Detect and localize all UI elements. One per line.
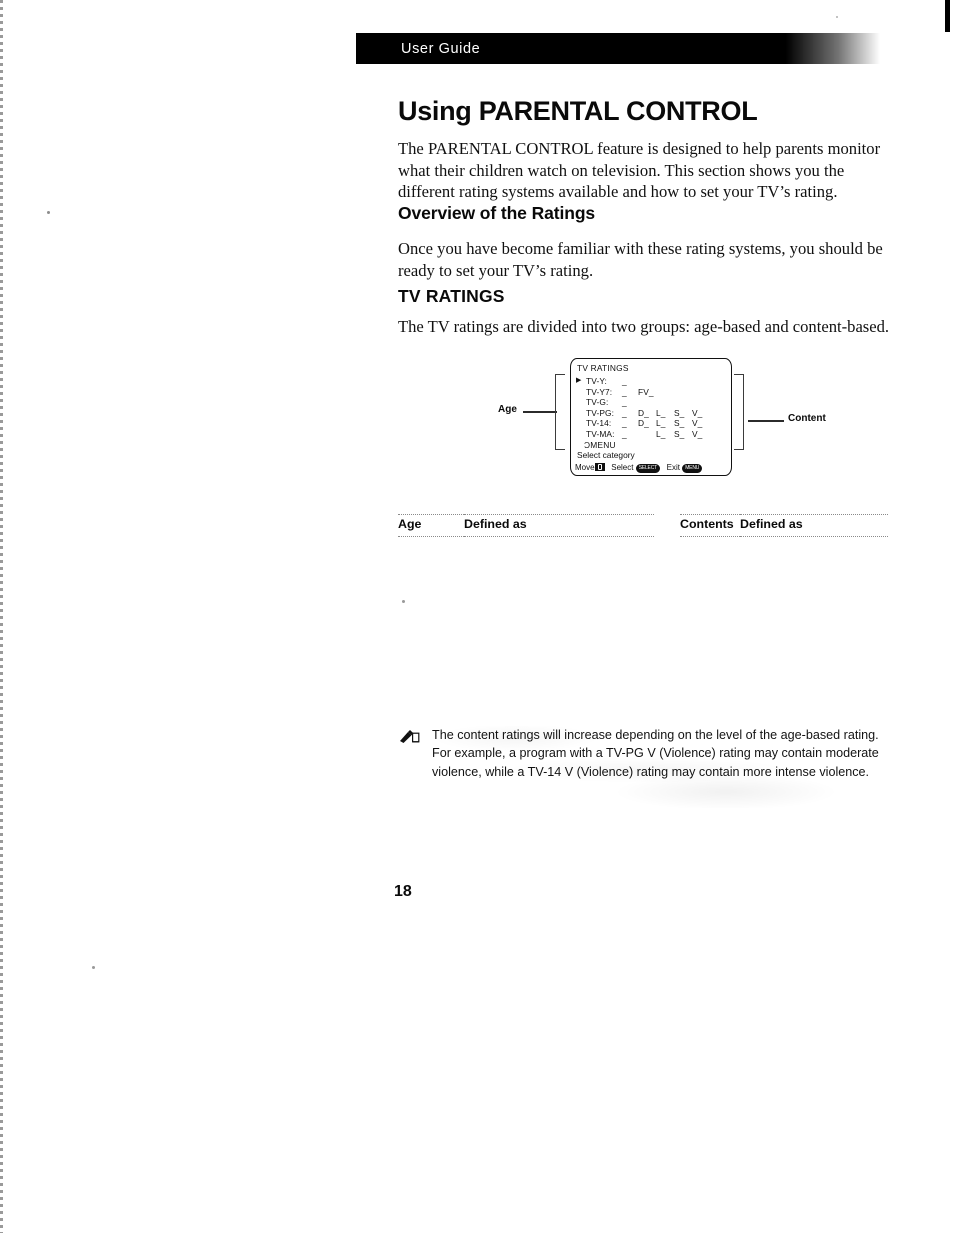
tv-osd-figure: Age TV RATINGS ▶ TV-Y: _ TV-Y7: _ FV_ TV-G: _ TV…: [498, 356, 838, 482]
osd-row-age-slot-5[interactable]: _: [622, 429, 627, 439]
osd-row-age-slot-4[interactable]: _: [622, 418, 627, 428]
tv-osd-menu: TV RATINGS ▶ TV-Y: _ TV-Y7: _ FV_ TV-G: _ TV-PG:…: [572, 359, 730, 475]
osd-row-d-slot-4[interactable]: D_: [638, 418, 649, 428]
page-title: Using PARENTAL CONTROL: [398, 96, 758, 126]
age-column-header: Age: [398, 514, 464, 537]
scan-speck: [836, 16, 838, 18]
intro-paragraph: The PARENTAL CONTROL feature is designed…: [398, 139, 881, 202]
overview-paragraph: Once you have become familiar with these…: [398, 239, 883, 280]
scan-speck: [402, 600, 405, 603]
contents-ratings-table: Contents Defined as: [680, 514, 888, 537]
select-button-icon: SELECT: [635, 463, 660, 473]
tv-ratings-paragraph: The TV ratings are divided into two grou…: [398, 317, 890, 336]
osd-hint-line: Select category: [577, 449, 635, 460]
osd-row-age-slot-3[interactable]: _: [622, 408, 627, 418]
osd-row-label-4[interactable]: TV-14:: [586, 418, 611, 428]
osd-row-label-0[interactable]: TV-Y:: [586, 376, 607, 386]
osd-title: TV RATINGS: [577, 363, 629, 373]
osd-row-v-slot-3[interactable]: V_: [692, 408, 702, 418]
overview-heading: Overview of the Ratings: [398, 203, 596, 223]
dpad-icon: [594, 462, 605, 471]
osd-move-label: Move: [575, 462, 595, 472]
scan-edge-artifact-right: [945, 0, 950, 32]
osd-row-label-2[interactable]: TV-G:: [586, 397, 608, 407]
note-text: The content ratings will increase depend…: [432, 728, 879, 779]
age-defined-column-header: Defined as: [464, 514, 654, 537]
osd-row-label-5[interactable]: TV-MA:: [586, 429, 615, 439]
table-header-row: Age Defined as: [398, 514, 654, 537]
osd-row-d-slot-3[interactable]: D_: [638, 408, 649, 418]
osd-row-v-slot-4[interactable]: V_: [692, 418, 702, 428]
note-pencil-icon: [400, 730, 420, 743]
osd-footer-bar: Move Select SELECT Exit MENU: [575, 462, 729, 473]
scan-speck: [47, 211, 50, 214]
osd-row-s-slot-4[interactable]: S_: [674, 418, 684, 428]
page-number: 18: [394, 883, 412, 900]
osd-select-label: Select: [611, 462, 634, 472]
menu-button-icon: MENU: [682, 463, 703, 473]
scan-edge-artifact-left: [0, 0, 3, 1233]
osd-row-fv-slot-1[interactable]: FV_: [638, 387, 654, 397]
osd-row-l-slot-4[interactable]: L_: [656, 418, 666, 428]
figure-callout-content-leader: [748, 420, 784, 422]
osd-row-label-3[interactable]: TV-PG:: [586, 408, 614, 418]
osd-row-age-slot-0[interactable]: _: [622, 376, 627, 386]
osd-row-v-slot-5[interactable]: V_: [692, 429, 702, 439]
osd-row-l-slot-3[interactable]: L_: [656, 408, 666, 418]
contents-defined-column-header: Defined as: [740, 514, 888, 537]
tv-ratings-heading: TV RATINGS: [398, 286, 505, 306]
osd-cursor-icon: ▶: [576, 376, 582, 384]
age-ratings-table: Age Defined as: [398, 514, 654, 537]
osd-exit-label: Exit: [666, 462, 680, 472]
osd-menu-line: ƆMENU: [584, 439, 616, 450]
table-header-row: Contents Defined as: [680, 514, 888, 537]
figure-callout-content-label: Content: [788, 413, 826, 424]
figure-bracket-age: [555, 374, 565, 450]
figure-bracket-content: [734, 374, 744, 450]
osd-row-s-slot-5[interactable]: S_: [674, 429, 684, 439]
osd-row-l-slot-5[interactable]: L_: [656, 429, 666, 439]
osd-row-age-slot-1[interactable]: _: [622, 387, 627, 397]
note-callout: The content ratings will increase depend…: [396, 726, 896, 808]
figure-callout-age-label: Age: [498, 404, 517, 415]
osd-row-age-slot-2[interactable]: _: [622, 397, 627, 407]
figure-callout-age-leader: [523, 411, 557, 413]
scan-speck: [92, 966, 95, 969]
osd-row-s-slot-3[interactable]: S_: [674, 408, 684, 418]
running-header-label: User Guide: [401, 41, 481, 57]
osd-row-label-1[interactable]: TV-Y7:: [586, 387, 612, 397]
contents-column-header: Contents: [680, 514, 740, 537]
